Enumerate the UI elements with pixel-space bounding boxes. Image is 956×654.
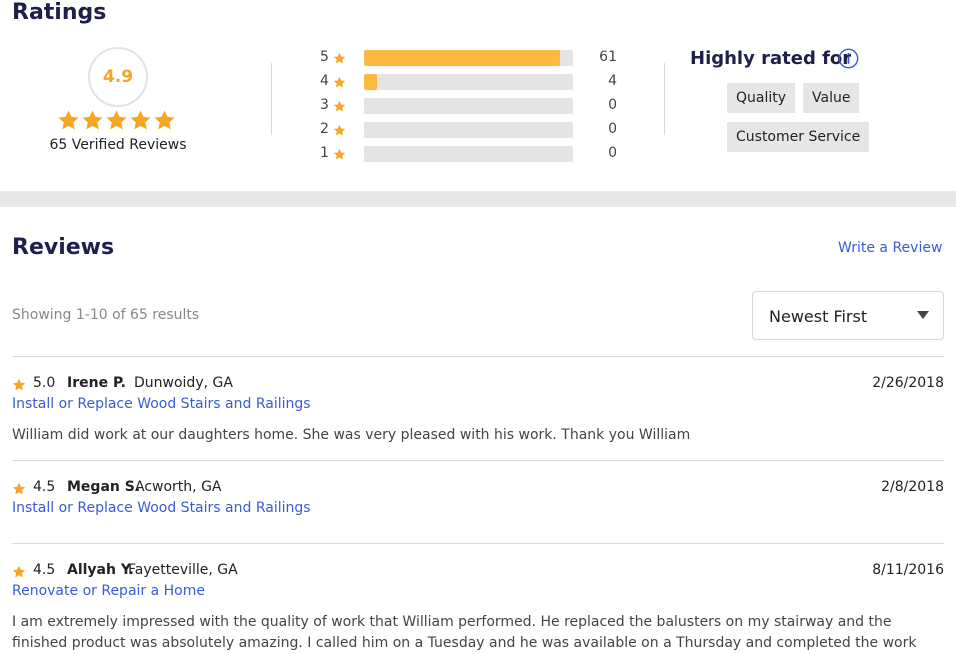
info-icon[interactable] bbox=[838, 48, 859, 69]
review-text: I am extremely impressed with the qualit… bbox=[12, 614, 917, 651]
distribution-bar bbox=[364, 146, 573, 162]
distribution-bar bbox=[364, 74, 573, 90]
distribution-stars-label: 4 bbox=[320, 73, 329, 89]
divider bbox=[12, 460, 944, 461]
average-score: 4.9 bbox=[88, 47, 148, 107]
star-icon bbox=[130, 110, 151, 130]
review-rating: 4.5 bbox=[33, 562, 56, 578]
review-rating: 4.5 bbox=[33, 479, 56, 495]
ratings-title: Ratings bbox=[12, 0, 107, 25]
highly-rated-tag: Value bbox=[803, 83, 860, 113]
sort-dropdown[interactable]: Newest First bbox=[752, 291, 944, 340]
distribution-count: 0 bbox=[608, 121, 617, 137]
reviewer-name: Allyah Y. bbox=[67, 562, 134, 578]
highly-rated-tag: Quality bbox=[727, 83, 796, 113]
section-divider-band bbox=[0, 191, 956, 207]
reviewer-location: Acworth, GA bbox=[135, 479, 222, 495]
star-icon bbox=[333, 148, 346, 160]
verified-reviews-count: 65 Verified Reviews bbox=[49, 137, 187, 153]
distribution-bar bbox=[364, 50, 573, 66]
review-date: 2/8/2018 bbox=[881, 479, 944, 495]
distribution-stars-label: 3 bbox=[320, 97, 329, 113]
highly-rated-tag: Customer Service bbox=[727, 122, 870, 152]
chevron-down-icon bbox=[917, 311, 929, 319]
star-icon bbox=[12, 565, 26, 578]
distribution-stars-label: 5 bbox=[320, 49, 329, 65]
distribution-count: 0 bbox=[608, 97, 617, 113]
reviewer-name: Irene P. bbox=[67, 375, 126, 391]
distribution-bar-fill bbox=[364, 74, 377, 90]
reviewer-name: Megan S. bbox=[67, 479, 141, 495]
distribution-bar bbox=[364, 122, 573, 138]
star-icon bbox=[82, 110, 103, 130]
write-review-link[interactable]: Write a Review bbox=[838, 240, 942, 256]
divider bbox=[271, 63, 272, 135]
divider bbox=[12, 356, 944, 357]
star-icon bbox=[58, 110, 79, 130]
average-stars bbox=[57, 109, 176, 132]
distribution-stars-label: 2 bbox=[320, 121, 329, 137]
star-icon bbox=[333, 76, 346, 88]
star-icon bbox=[12, 378, 26, 391]
results-count: Showing 1-10 of 65 results bbox=[12, 307, 200, 323]
distribution-stars-label: 1 bbox=[320, 145, 329, 161]
star-icon bbox=[333, 100, 346, 112]
review-text: William did work at our daughters home. … bbox=[12, 427, 691, 443]
reviewer-location: Fayetteville, GA bbox=[128, 562, 238, 578]
star-icon bbox=[106, 110, 127, 130]
distribution-count: 4 bbox=[608, 73, 617, 89]
distribution-count: 0 bbox=[608, 145, 617, 161]
highly-rated-title: Highly rated for bbox=[690, 48, 852, 69]
distribution-bar bbox=[364, 98, 573, 114]
review-service-link[interactable]: Install or Replace Wood Stairs and Raili… bbox=[12, 396, 311, 412]
reviewer-location: Dunwoidy, GA bbox=[134, 375, 233, 391]
star-icon bbox=[12, 482, 26, 495]
divider bbox=[664, 63, 665, 135]
review-date: 2/26/2018 bbox=[872, 375, 944, 391]
star-icon bbox=[154, 110, 175, 130]
star-icon bbox=[333, 124, 346, 136]
review-service-link[interactable]: Install or Replace Wood Stairs and Raili… bbox=[12, 500, 311, 516]
divider bbox=[12, 543, 944, 544]
reviews-title: Reviews bbox=[12, 235, 115, 260]
review-date: 8/11/2016 bbox=[872, 562, 944, 578]
review-rating: 5.0 bbox=[33, 375, 56, 391]
star-icon bbox=[333, 52, 346, 64]
distribution-bar-fill bbox=[364, 50, 561, 66]
sort-selected-value: Newest First bbox=[769, 307, 868, 326]
distribution-count: 61 bbox=[599, 49, 617, 65]
review-service-link[interactable]: Renovate or Repair a Home bbox=[12, 583, 205, 599]
